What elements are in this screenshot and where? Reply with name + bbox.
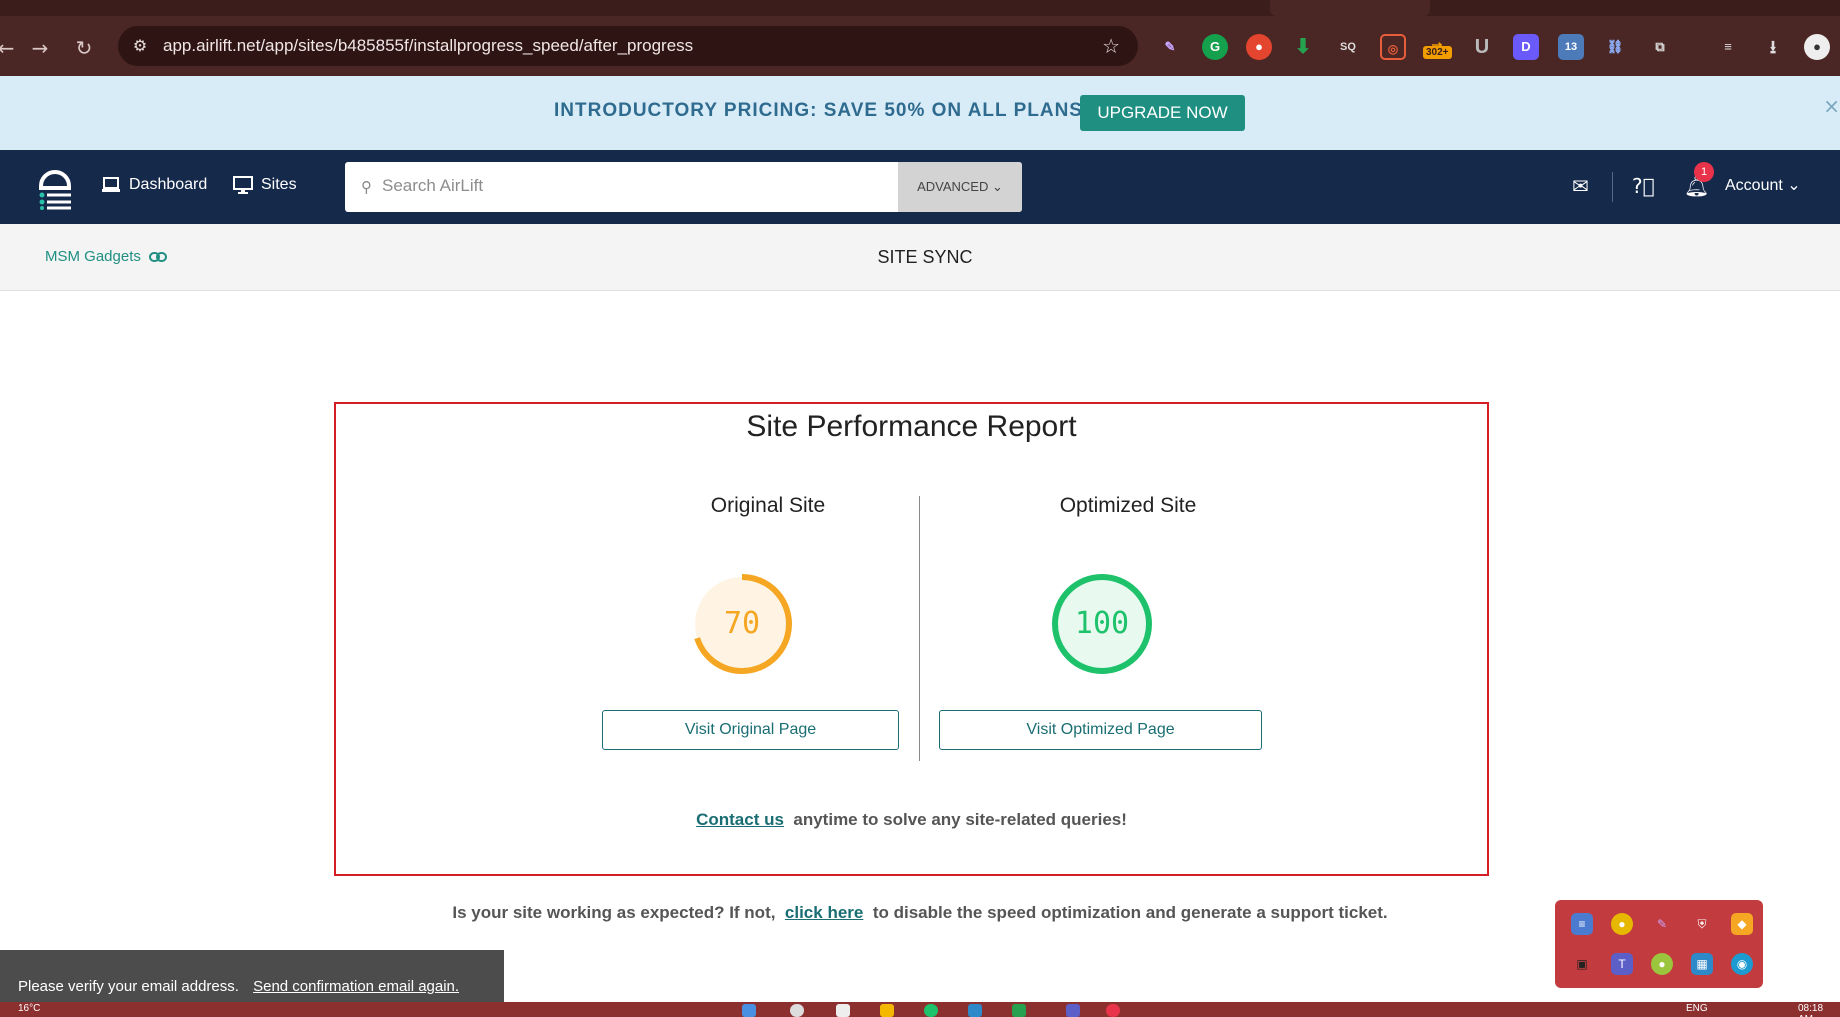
account-menu[interactable]: Account ⌄ bbox=[1725, 175, 1801, 195]
airlift-logo[interactable] bbox=[36, 164, 74, 210]
forward-icon[interactable]: → bbox=[26, 34, 54, 62]
column-divider bbox=[919, 496, 920, 761]
browser-tab-active[interactable] bbox=[1270, 0, 1430, 16]
tray-blue-icon[interactable]: ▦ bbox=[1691, 953, 1713, 975]
nav-divider bbox=[1612, 172, 1613, 202]
tray-dark-icon[interactable]: ▣ bbox=[1571, 953, 1593, 975]
profile-avatar-icon[interactable]: ● bbox=[1804, 34, 1830, 60]
nav-dashboard[interactable]: Dashboard bbox=[101, 176, 207, 194]
performance-report-panel: Site Performance Report Original Site Op… bbox=[334, 402, 1489, 876]
promo-text: INTRODUCTORY PRICING: SAVE 50% ON ALL PL… bbox=[554, 100, 1091, 121]
color-extension-icon[interactable]: ● bbox=[1246, 34, 1272, 60]
browser-toolbar: ← → ↻ ⚙ app.airlift.net/app/sites/b48585… bbox=[0, 16, 1840, 76]
resend-confirmation-link[interactable]: Send confirmation email again. bbox=[253, 978, 459, 995]
back-icon[interactable]: ← bbox=[0, 34, 20, 62]
nav-dashboard-label: Dashboard bbox=[129, 176, 208, 193]
advanced-search-button[interactable]: ADVANCED ⌄ bbox=[898, 162, 1022, 212]
upgrade-now-button[interactable]: UPGRADE NOW bbox=[1080, 95, 1245, 131]
nav-sites[interactable]: Sites bbox=[233, 176, 297, 194]
bookmark-star-icon[interactable]: ☆ bbox=[1102, 34, 1120, 58]
report-title: Site Performance Report bbox=[746, 410, 1077, 443]
app-navbar: Dashboard Sites ⚲ Search AirLift ADVANCE… bbox=[0, 150, 1840, 224]
link-extension-icon[interactable]: ⛓ bbox=[1602, 34, 1628, 60]
system-tray-overflow: ≡ ● ✎ ⛨ ◆ ▣ T ● ▦ ◉ bbox=[1555, 900, 1763, 988]
taskbar-app-icon[interactable] bbox=[968, 1004, 982, 1017]
original-site-label: Original Site bbox=[710, 494, 826, 517]
contact-text: anytime to solve any site-related querie… bbox=[793, 810, 1127, 829]
optimized-score-gauge: 100 bbox=[1050, 572, 1154, 676]
verify-email-message: Please verify your email address. bbox=[18, 978, 239, 995]
tray-shield-icon[interactable]: ⛨ bbox=[1691, 913, 1713, 935]
click-here-link[interactable]: click here bbox=[785, 903, 863, 922]
calendar-extension-icon[interactable]: 13 bbox=[1558, 34, 1584, 60]
windows-taskbar: 16°C ENG 08:18 AM bbox=[0, 1002, 1840, 1017]
reload-icon[interactable]: ↻ bbox=[70, 34, 98, 62]
notification-badge: 1 bbox=[1694, 162, 1714, 182]
support-suffix: to disable the speed optimization and ge… bbox=[872, 903, 1388, 922]
visit-original-page-button[interactable]: Visit Original Page bbox=[602, 710, 899, 750]
u-extension-icon[interactable]: U bbox=[1469, 34, 1495, 60]
tray-globe-icon[interactable]: ◉ bbox=[1731, 953, 1753, 975]
tray-green-icon[interactable]: ● bbox=[1651, 953, 1673, 975]
seo-extension-icon[interactable]: SQ bbox=[1335, 34, 1361, 60]
laptop-icon bbox=[102, 177, 120, 192]
clock-text[interactable]: 08:18 AM bbox=[1798, 1003, 1840, 1017]
search-icon: ⚲ bbox=[361, 178, 372, 196]
site-info-icon[interactable]: ⚙ bbox=[130, 36, 150, 56]
taskbar-start-icon[interactable] bbox=[742, 1004, 756, 1017]
optimized-score-value: 100 bbox=[1074, 606, 1130, 641]
search-input[interactable]: Search AirLift bbox=[382, 176, 483, 196]
address-bar[interactable]: ⚙ app.airlift.net/app/sites/b485855f/ins… bbox=[118, 26, 1138, 66]
mail-icon[interactable]: ✉ bbox=[1572, 174, 1589, 198]
contact-us-link[interactable]: Contact us bbox=[696, 810, 784, 829]
tray-teams-icon[interactable]: T bbox=[1611, 953, 1633, 975]
sub-header: MSM Gadgets SITE SYNC bbox=[0, 224, 1840, 291]
visit-optimized-page-button[interactable]: Visit Optimized Page bbox=[939, 710, 1262, 750]
promo-banner: INTRODUCTORY PRICING: SAVE 50% ON ALL PL… bbox=[0, 76, 1840, 150]
taskbar-folder-icon[interactable] bbox=[880, 1004, 894, 1017]
contact-line: Contact us anytime to solve any site-rel… bbox=[336, 810, 1487, 830]
media-control-icon[interactable]: ≡ bbox=[1715, 34, 1741, 60]
original-score-value: 70 bbox=[723, 606, 761, 641]
url-text[interactable]: app.airlift.net/app/sites/b485855f/insta… bbox=[163, 36, 693, 56]
taskbar-chrome-icon[interactable] bbox=[924, 1004, 938, 1017]
taskbar-search-icon[interactable] bbox=[790, 1004, 804, 1017]
browser-tab-strip bbox=[0, 0, 1840, 16]
optimized-site-label: Optimized Site bbox=[1059, 494, 1197, 517]
language-indicator[interactable]: ENG bbox=[1686, 1003, 1708, 1014]
taskbar-files-icon[interactable] bbox=[836, 1004, 850, 1017]
tray-chrome-icon[interactable]: ● bbox=[1611, 913, 1633, 935]
redirect-count-badge: 302+ bbox=[1423, 46, 1452, 59]
tray-orange-icon[interactable]: ◆ bbox=[1731, 913, 1753, 935]
grammarly-icon[interactable]: G bbox=[1202, 34, 1228, 60]
quill-extension-icon[interactable]: ✎ bbox=[1157, 34, 1183, 60]
d-extension-icon[interactable]: D bbox=[1513, 34, 1539, 60]
taskbar-teams-icon[interactable] bbox=[1066, 1004, 1080, 1017]
original-score-gauge: 70 bbox=[690, 572, 794, 676]
advanced-label: ADVANCED bbox=[917, 179, 989, 194]
extensions-puzzle-icon[interactable]: ⧉ bbox=[1647, 34, 1673, 60]
account-label: Account bbox=[1725, 177, 1783, 194]
tray-pen-icon[interactable]: ✎ bbox=[1651, 913, 1673, 935]
nav-sites-label: Sites bbox=[261, 176, 297, 193]
support-prefix: Is your site working as expected? If not… bbox=[452, 903, 776, 922]
capture-extension-icon[interactable]: ◎ bbox=[1380, 34, 1406, 60]
verify-email-toast: Please verify your email address. Send c… bbox=[0, 950, 504, 1002]
download-green-icon[interactable]: ⬇ bbox=[1290, 34, 1316, 60]
close-banner-icon[interactable]: × bbox=[1823, 94, 1840, 118]
taskbar-green-icon[interactable] bbox=[1012, 1004, 1026, 1017]
help-icon[interactable]: ?⃝ bbox=[1632, 174, 1655, 198]
taskbar-red-icon[interactable] bbox=[1106, 1004, 1120, 1017]
weather-text[interactable]: 16°C bbox=[18, 1003, 40, 1014]
page-title: SITE SYNC bbox=[877, 247, 973, 267]
monitor-icon bbox=[233, 176, 253, 194]
downloads-icon[interactable]: ⭳ bbox=[1760, 34, 1786, 60]
tray-app-icon[interactable]: ≡ bbox=[1571, 913, 1593, 935]
search-box[interactable]: ⚲ Search AirLift ADVANCED ⌄ bbox=[345, 162, 1022, 212]
